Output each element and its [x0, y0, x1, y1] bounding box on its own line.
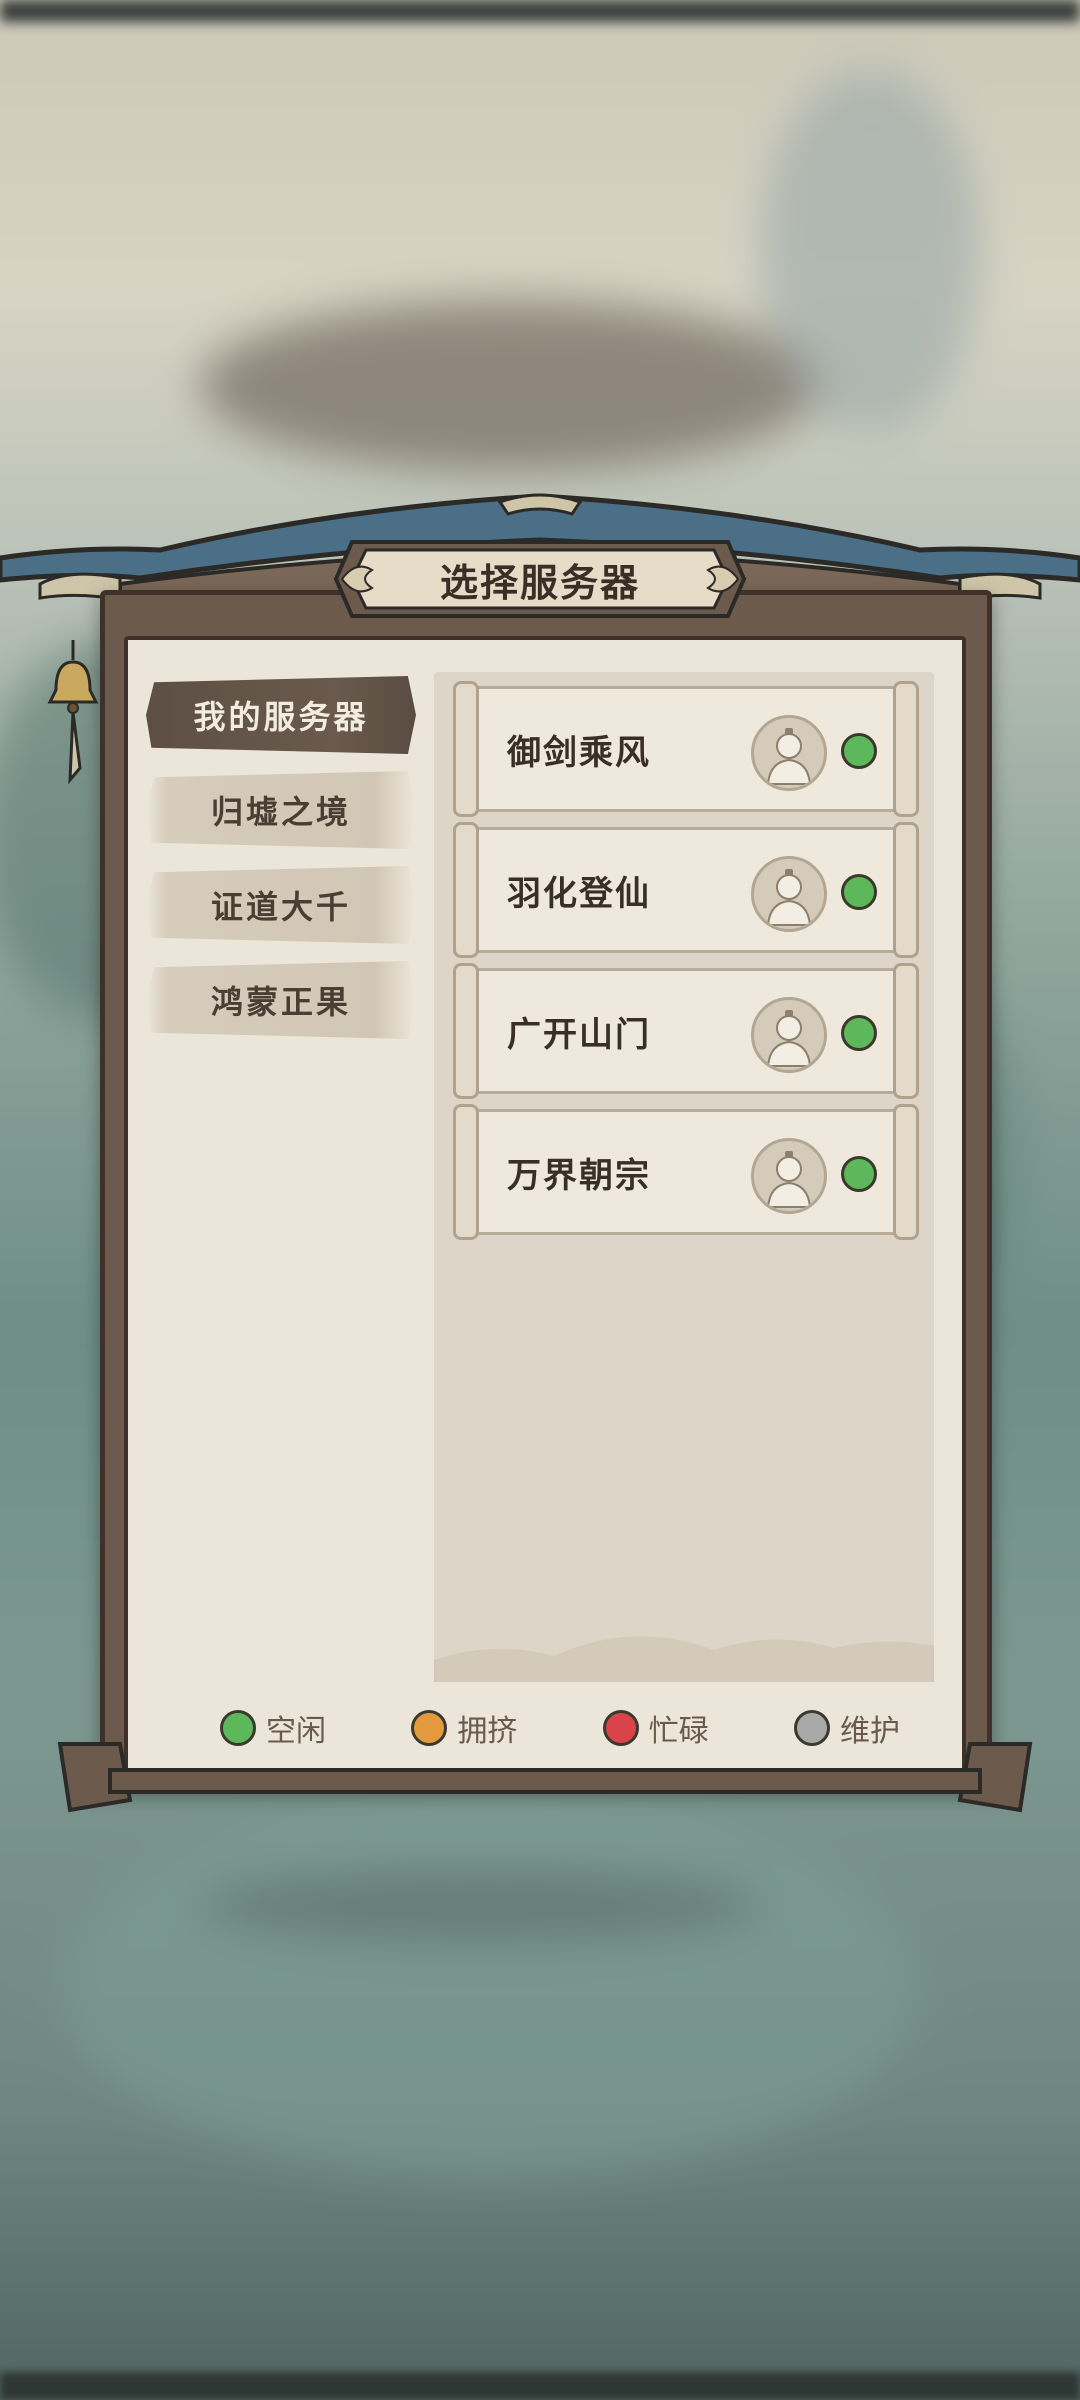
server-select-dialog: 选择服务器 我的服务器 归墟之境 证道大千 鸿蒙正果 御剑乘风 羽化登仙 广开山… [0, 0, 1080, 2400]
player-avatar-icon [751, 715, 827, 791]
tab-guixu[interactable]: 归墟之境 [146, 771, 416, 849]
tab-label: 证道大千 [210, 888, 351, 926]
scroll-roller-left [453, 822, 479, 958]
server-entry[interactable]: 万界朝宗 [453, 1104, 919, 1240]
server-list: 御剑乘风 羽化登仙 广开山门 万界朝宗 [453, 681, 919, 1250]
server-name: 御剑乘风 [507, 732, 651, 773]
status-indicator [841, 874, 877, 910]
server-entry[interactable]: 御剑乘风 [453, 681, 919, 817]
scroll-roller-right [893, 822, 919, 958]
bell-icon [47, 640, 99, 785]
bottom-frame-decoration [57, 1742, 1033, 1813]
status-indicator [841, 1015, 877, 1051]
server-entry[interactable]: 广开山门 [453, 963, 919, 1099]
scroll-roller-right [893, 963, 919, 1099]
scroll-roller-left [453, 681, 479, 817]
tab-label: 我的服务器 [193, 698, 369, 736]
server-entry[interactable]: 羽化登仙 [453, 822, 919, 958]
tab-label: 归墟之境 [210, 793, 351, 831]
server-name: 羽化登仙 [507, 873, 651, 914]
server-category-tabs: 我的服务器 归墟之境 证道大千 鸿蒙正果 [146, 676, 416, 1056]
tab-zhengdao[interactable]: 证道大千 [146, 866, 416, 944]
mountain-decoration [434, 1636, 934, 1682]
dialog-title: 选择服务器 [439, 560, 640, 605]
scroll-roller-right [893, 1104, 919, 1240]
server-name: 万界朝宗 [507, 1155, 651, 1196]
status-indicator [841, 733, 877, 769]
status-indicator [841, 1156, 877, 1192]
scroll-roller-right [893, 681, 919, 817]
player-avatar-icon [751, 1138, 827, 1214]
player-avatar-icon [751, 856, 827, 932]
scroll-roller-left [453, 1104, 479, 1240]
tab-my-servers[interactable]: 我的服务器 [146, 676, 416, 754]
tab-hongmeng[interactable]: 鸿蒙正果 [146, 961, 416, 1039]
tab-label: 鸿蒙正果 [210, 983, 351, 1021]
server-name: 广开山门 [507, 1014, 651, 1055]
scroll-roller-left [453, 963, 479, 1099]
player-avatar-icon [751, 997, 827, 1073]
